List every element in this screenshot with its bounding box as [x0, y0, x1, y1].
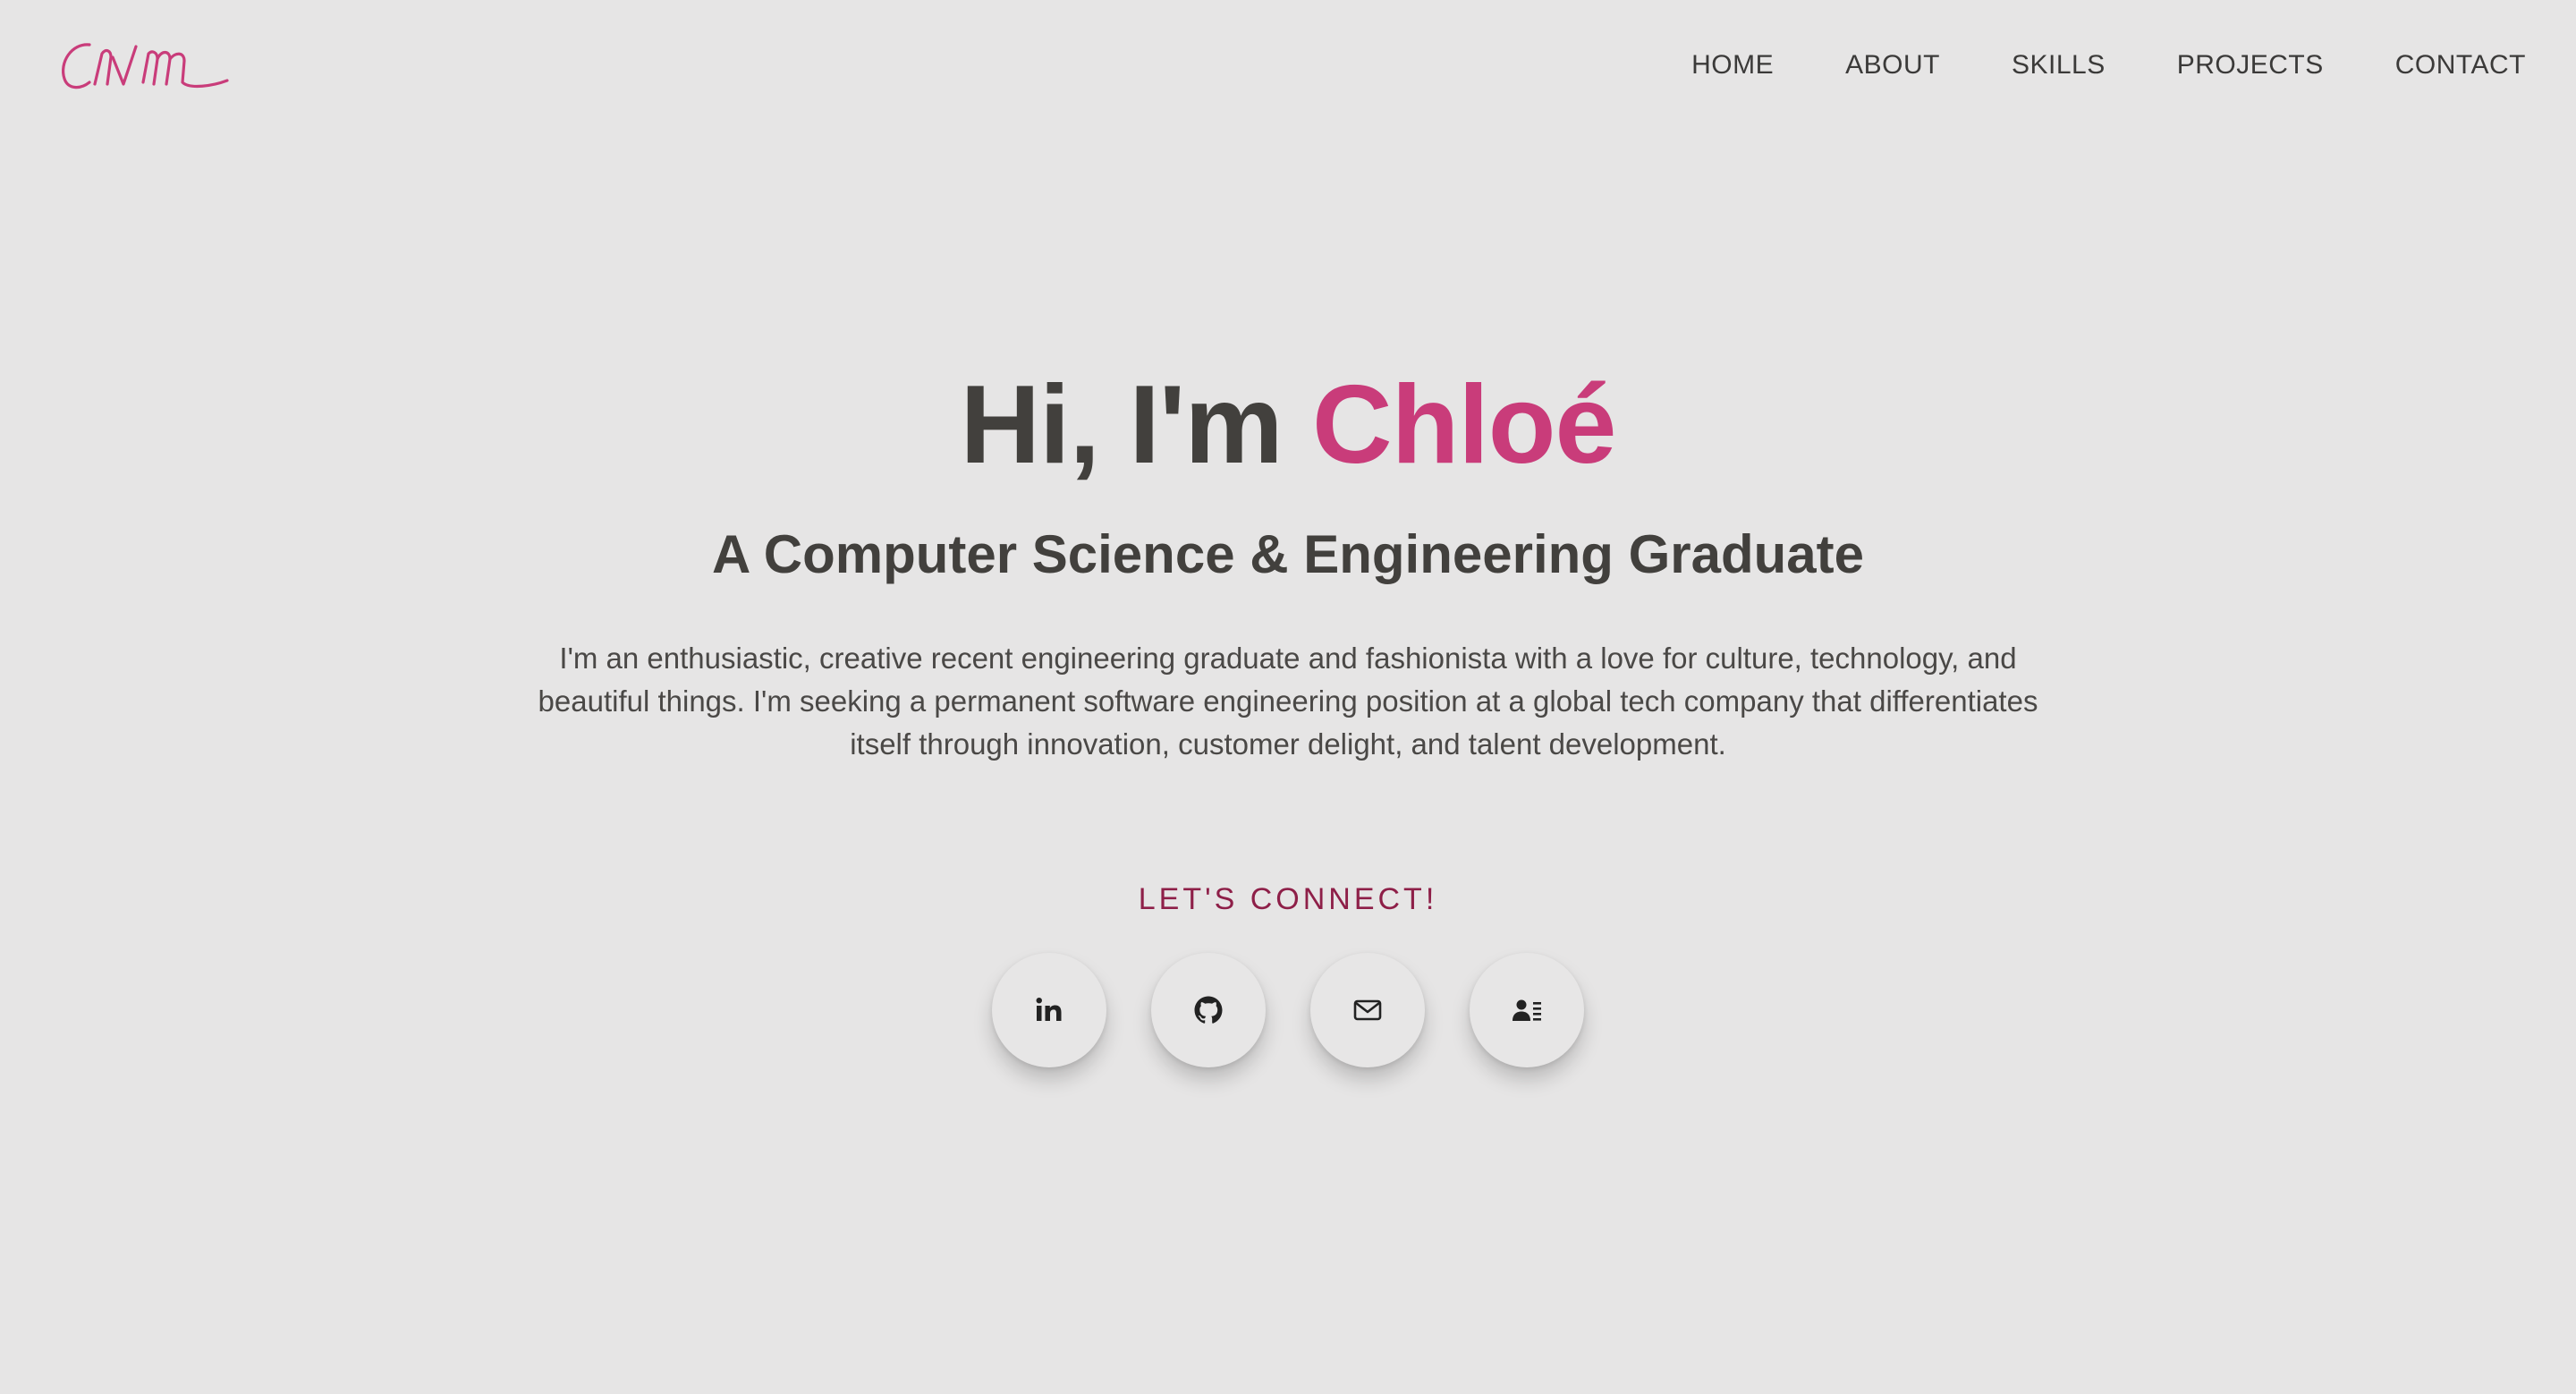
github-icon	[1194, 996, 1223, 1024]
nav-about-link[interactable]: ABOUT	[1845, 50, 1940, 81]
hero-section: Hi, I'm Chloé A Computer Science & Engin…	[0, 358, 2576, 1067]
nav-skills-link[interactable]: SKILLS	[2012, 50, 2106, 81]
nav-projects-link[interactable]: PROJECTS	[2177, 50, 2324, 81]
nav-home-link[interactable]: HOME	[1691, 50, 1774, 81]
linkedin-button[interactable]	[992, 953, 1106, 1067]
main-nav: HOME ABOUT SKILLS PROJECTS CONTACT	[1691, 50, 2526, 81]
linkedin-icon	[1036, 998, 1062, 1021]
hero-title: Hi, I'm Chloé	[0, 358, 2576, 492]
logo[interactable]: cnm	[55, 27, 234, 107]
nav-contact-link[interactable]: CONTACT	[2395, 50, 2526, 81]
hero-greeting: Hi, I'm	[960, 363, 1313, 487]
email-button[interactable]	[1310, 953, 1425, 1067]
github-button[interactable]	[1151, 953, 1266, 1067]
resume-button[interactable]	[1470, 953, 1584, 1067]
connect-label: LET'S CONNECT!	[1138, 882, 1438, 916]
hero-subtitle: A Computer Science & Engineering Graduat…	[711, 524, 1865, 584]
social-links	[0, 953, 2576, 1067]
hero-name: Chloé	[1312, 363, 1616, 487]
hero-description: I'm an enthusiastic, creative recent eng…	[538, 642, 2038, 761]
resume-icon	[1513, 999, 1541, 1021]
logo-script-mark: cnm	[62, 43, 229, 89]
mail-icon	[1353, 999, 1382, 1021]
